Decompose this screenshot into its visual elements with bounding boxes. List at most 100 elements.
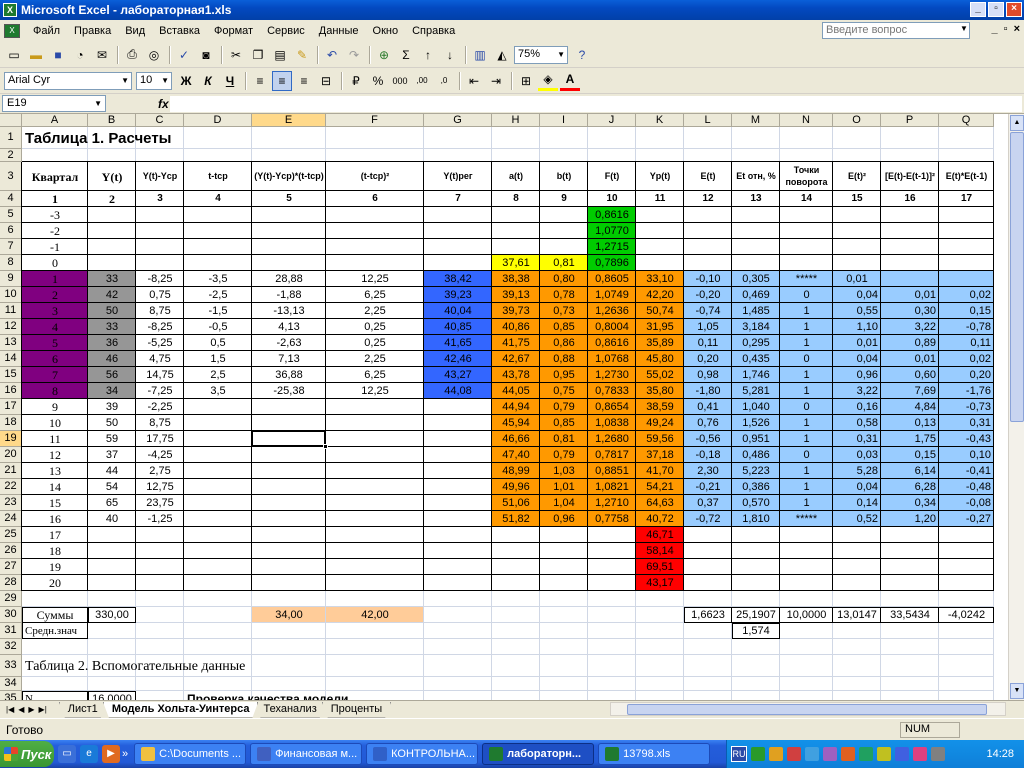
underline-button[interactable]: Ч [220,71,240,91]
cell-E15[interactable]: 36,88 [252,367,326,383]
tray-app-icon[interactable] [805,747,819,761]
thousands-icon[interactable]: 000 [390,71,410,91]
row-header-25[interactable]: 25 [0,527,22,543]
cell-L23[interactable]: 0,37 [684,495,732,511]
cell-J4[interactable]: 10 [588,191,636,207]
cell-J21[interactable]: 0,8851 [588,463,636,479]
cell-Q4[interactable]: 17 [939,191,994,207]
cell-N14[interactable]: 0 [780,351,833,367]
first-sheet-icon[interactable]: |◀ [6,705,14,714]
cell-A14[interactable]: 6 [22,351,88,367]
cell-B17[interactable]: 39 [88,399,136,415]
open-folder-icon[interactable]: ▬ [26,45,46,65]
cell-C19[interactable]: 17,75 [136,431,184,447]
cell-P22[interactable]: 6,28 [881,479,939,495]
internet-explorer-icon[interactable]: e [80,745,98,763]
column-header-Q[interactable]: Q [939,114,994,127]
row-header-7[interactable]: 7 [0,239,22,255]
borders-icon[interactable]: ⊞ [516,71,536,91]
cell-M11[interactable]: 1,485 [732,303,780,319]
horizontal-scrollbar[interactable] [610,702,1006,716]
vertical-scrollbar[interactable]: ▲ ▼ [1008,114,1024,700]
cut-icon[interactable]: ✂ [226,45,246,65]
cell-C24[interactable]: -1,25 [136,511,184,527]
cell-F13[interactable]: 0,25 [326,335,424,351]
paste-icon[interactable]: ▤ [270,45,290,65]
cell-J10[interactable]: 1,0749 [588,287,636,303]
cell-A3[interactable]: Квартал [22,162,88,191]
cell-E11[interactable]: -13,13 [252,303,326,319]
cell-M12[interactable]: 3,184 [732,319,780,335]
prev-sheet-icon[interactable]: ◀ [18,705,24,714]
cell-P24[interactable]: 1,20 [881,511,939,527]
cell-H16[interactable]: 44,05 [492,383,540,399]
cell-F4[interactable]: 6 [326,191,424,207]
cell-J7[interactable]: 1,2715 [588,239,636,255]
cell-M4[interactable]: 13 [732,191,780,207]
last-sheet-icon[interactable]: ▶| [39,705,47,714]
row-header-22[interactable]: 22 [0,479,22,495]
align-left-icon[interactable]: ≡ [250,71,270,91]
cell-P18[interactable]: 0,13 [881,415,939,431]
cell-Q20[interactable]: 0,10 [939,447,994,463]
cell-L22[interactable]: -0,21 [684,479,732,495]
cell-K23[interactable]: 64,63 [636,495,684,511]
cell-A28[interactable]: 20 [22,575,88,591]
close-button[interactable]: × [1006,2,1022,17]
cell-K18[interactable]: 49,24 [636,415,684,431]
cell-I10[interactable]: 0,78 [540,287,588,303]
cell-O21[interactable]: 5,28 [833,463,881,479]
cell-H4[interactable]: 8 [492,191,540,207]
tray-app-icon[interactable] [769,747,783,761]
cell-O18[interactable]: 0,58 [833,415,881,431]
cell-H19[interactable]: 46,66 [492,431,540,447]
cell-J23[interactable]: 1,2710 [588,495,636,511]
cell-M9[interactable]: 0,305 [732,271,780,287]
cell-I15[interactable]: 0,95 [540,367,588,383]
cell-B21[interactable]: 44 [88,463,136,479]
cell-A10[interactable]: 2 [22,287,88,303]
cell-I3[interactable]: b(t) [540,162,588,191]
cell-M13[interactable]: 0,295 [732,335,780,351]
cell-L12[interactable]: 1,05 [684,319,732,335]
cell-A9[interactable]: 1 [22,271,88,287]
cell-B20[interactable]: 37 [88,447,136,463]
cell-N22[interactable]: 1 [780,479,833,495]
doc-close-button[interactable]: × [1014,23,1020,35]
cell-L19[interactable]: -0,56 [684,431,732,447]
cell-I11[interactable]: 0,73 [540,303,588,319]
cell-I4[interactable]: 9 [540,191,588,207]
cell-K13[interactable]: 35,89 [636,335,684,351]
cell-F11[interactable]: 2,25 [326,303,424,319]
row-header-13[interactable]: 13 [0,335,22,351]
cell-Q14[interactable]: 0,02 [939,351,994,367]
cell-I13[interactable]: 0,86 [540,335,588,351]
cell-K22[interactable]: 54,21 [636,479,684,495]
cell-N9[interactable]: ***** [780,271,833,287]
cell-K19[interactable]: 59,56 [636,431,684,447]
cell-P13[interactable]: 0,89 [881,335,939,351]
cell-L30[interactable]: 1,6623 [684,607,732,623]
column-header-I[interactable]: I [540,114,588,127]
cell-D13[interactable]: 0,5 [184,335,252,351]
cell-C13[interactable]: -5,25 [136,335,184,351]
cell-E9[interactable]: 28,88 [252,271,326,287]
cell-M3[interactable]: Et отн, % [732,162,780,191]
scroll-up-icon[interactable]: ▲ [1010,115,1024,131]
cell-E4[interactable]: 5 [252,191,326,207]
autosum-icon[interactable]: Σ [396,45,416,65]
menu-window[interactable]: Окно [366,25,406,37]
cell-K12[interactable]: 31,95 [636,319,684,335]
fx-icon[interactable]: fx [158,97,169,111]
cell-J11[interactable]: 1,2636 [588,303,636,319]
cell-J12[interactable]: 0,8004 [588,319,636,335]
row-header-23[interactable]: 23 [0,495,22,511]
cell-O14[interactable]: 0,04 [833,351,881,367]
cell-C17[interactable]: -2,25 [136,399,184,415]
menu-tools[interactable]: Сервис [260,25,312,37]
cell-K17[interactable]: 38,59 [636,399,684,415]
row-header-24[interactable]: 24 [0,511,22,527]
cell-L20[interactable]: -0,18 [684,447,732,463]
cell-B22[interactable]: 54 [88,479,136,495]
cell-F15[interactable]: 6,25 [326,367,424,383]
